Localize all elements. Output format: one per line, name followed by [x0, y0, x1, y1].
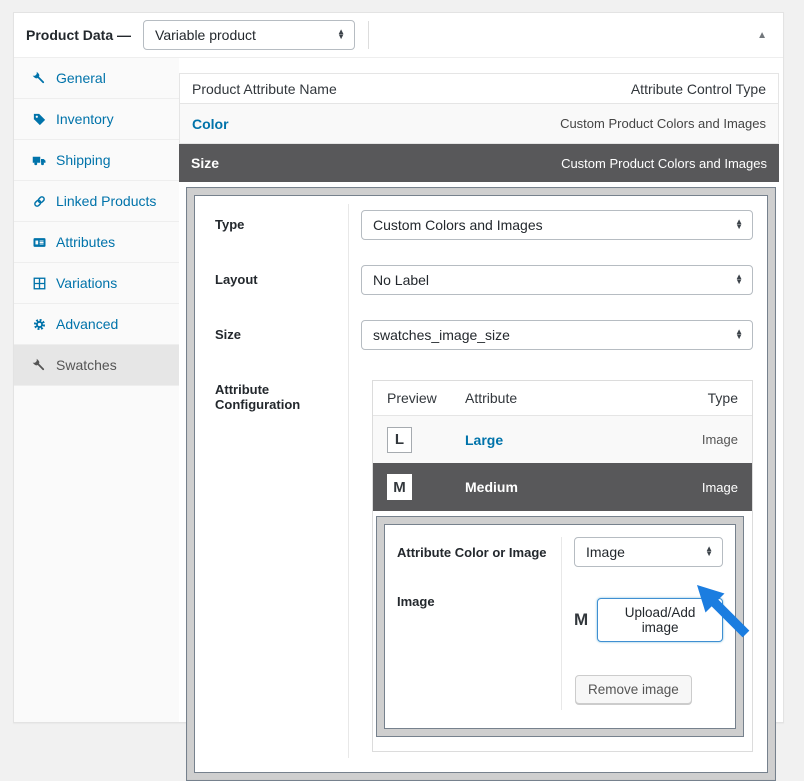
product-type-select[interactable]: Variable product ▲▼	[143, 20, 355, 50]
tab-inventory[interactable]: Inventory	[14, 99, 179, 140]
size-config-container: Type Custom Colors and Images ▲▼ Layout …	[186, 187, 776, 781]
gear-icon	[32, 317, 47, 332]
wrench-icon	[32, 358, 47, 373]
type-label: Type	[195, 204, 349, 259]
config-row-large: L Large Image	[373, 416, 752, 463]
image-label: Image	[385, 586, 562, 710]
card-icon	[32, 235, 47, 250]
attribute-size-type: Custom Product Colors and Images	[561, 156, 767, 171]
select-stepper-icon: ▲▼	[705, 547, 713, 557]
tab-label: General	[56, 70, 106, 86]
collapse-toggle-icon[interactable]: ▲	[753, 26, 771, 45]
medium-attribute-link[interactable]: Medium	[465, 479, 702, 495]
medium-preview-swatch: M	[387, 474, 412, 500]
tab-swatches[interactable]: Swatches	[14, 345, 179, 386]
attribute-configuration-label: Attribute Configuration	[195, 369, 349, 758]
wrench-icon	[32, 71, 47, 86]
tab-label: Attributes	[56, 234, 115, 250]
tab-label: Advanced	[56, 316, 118, 332]
metabox-title: Product Data —	[26, 27, 131, 43]
config-row-medium[interactable]: M Medium Image	[373, 463, 752, 511]
header-divider	[368, 21, 369, 49]
swatches-panel: Product Attribute Name Attribute Control…	[179, 58, 783, 722]
large-attribute-link[interactable]: Large	[465, 432, 702, 448]
attribute-control-type-header: Attribute Control Type	[631, 81, 766, 97]
tab-linked-products[interactable]: Linked Products	[14, 181, 179, 222]
medium-config-container: Attribute Color or Image Image ▲▼ Image	[376, 516, 744, 737]
tab-label: Inventory	[56, 111, 114, 127]
truck-icon	[32, 153, 47, 168]
config-table-header: Preview Attribute Type	[373, 381, 752, 416]
attribute-configuration-table: Preview Attribute Type L Large Image M	[372, 380, 753, 752]
tab-shipping[interactable]: Shipping	[14, 140, 179, 181]
size-select[interactable]: swatches_image_size ▲▼	[361, 320, 753, 350]
attribute-size-link[interactable]: Size	[191, 155, 219, 171]
metabox-body: General Inventory Shipping Linked Produc…	[14, 58, 783, 722]
tab-advanced[interactable]: Advanced	[14, 304, 179, 345]
attributes-table-header: Product Attribute Name Attribute Control…	[179, 73, 779, 104]
tab-attributes[interactable]: Attributes	[14, 222, 179, 263]
size-config-panel: Type Custom Colors and Images ▲▼ Layout …	[194, 195, 768, 773]
type-select[interactable]: Custom Colors and Images ▲▼	[361, 210, 753, 240]
attribute-color-link[interactable]: Color	[192, 116, 229, 132]
attribute-header: Attribute	[465, 390, 708, 406]
grid-icon	[32, 276, 47, 291]
image-thumbnail: M	[574, 610, 588, 630]
select-stepper-icon: ▲▼	[735, 275, 743, 285]
select-stepper-icon: ▲▼	[735, 330, 743, 340]
product-data-tabs: General Inventory Shipping Linked Produc…	[14, 58, 179, 722]
tab-general[interactable]: General	[14, 58, 179, 99]
attribute-color-type: Custom Product Colors and Images	[560, 116, 766, 131]
metabox-header: Product Data — Variable product ▲▼ ▲	[14, 13, 783, 58]
remove-image-button[interactable]: Remove image	[575, 675, 692, 704]
select-stepper-icon: ▲▼	[735, 220, 743, 230]
select-stepper-icon: ▲▼	[337, 30, 345, 40]
tag-icon	[32, 112, 47, 127]
tab-label: Shipping	[56, 152, 111, 168]
preview-header: Preview	[387, 390, 465, 406]
upload-add-image-button[interactable]: Upload/Add image	[597, 598, 723, 642]
medium-type: Image	[702, 480, 738, 495]
attribute-row-size[interactable]: Size Custom Product Colors and Images	[179, 144, 779, 182]
link-icon	[32, 194, 47, 209]
large-preview-swatch: L	[387, 427, 412, 453]
layout-label: Layout	[195, 259, 349, 314]
attribute-row-color: Color Custom Product Colors and Images	[179, 104, 779, 144]
tab-label: Variations	[56, 275, 117, 291]
layout-select[interactable]: No Label ▲▼	[361, 265, 753, 295]
tab-variations[interactable]: Variations	[14, 263, 179, 304]
product-data-metabox: Product Data — Variable product ▲▼ ▲ Gen…	[13, 12, 784, 723]
size-label: Size	[195, 314, 349, 369]
tab-label: Linked Products	[56, 193, 156, 209]
attribute-color-or-image-select[interactable]: Image ▲▼	[574, 537, 723, 567]
attribute-color-or-image-label: Attribute Color or Image	[385, 537, 562, 586]
product-type-value: Variable product	[155, 27, 256, 43]
type-header: Type	[708, 390, 738, 406]
attribute-name-header: Product Attribute Name	[192, 81, 337, 97]
medium-config-panel: Attribute Color or Image Image ▲▼ Image	[384, 524, 736, 729]
tab-label: Swatches	[56, 357, 117, 373]
large-type: Image	[702, 432, 738, 447]
